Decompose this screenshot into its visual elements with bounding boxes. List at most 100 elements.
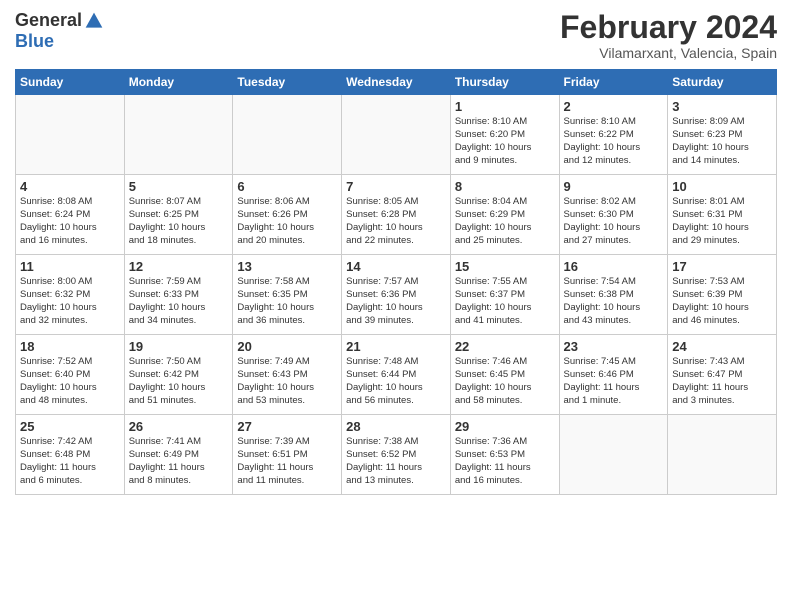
day-info: Sunrise: 7:36 AM Sunset: 6:53 PM Dayligh… [455,436,555,487]
day-number: 7 [346,179,446,194]
logo-icon [84,11,104,31]
day-cell: 16 Sunrise: 7:54 AM Sunset: 6:38 PM Dayli… [559,255,668,335]
day-cell: 7Sunrise: 8:05 AM Sunset: 6:28 PM Daylig… [342,175,451,255]
page: General Blue February 2024 Vilamarxant, … [0,0,792,505]
day-info: Sunrise: 7:53 AM Sunset: 6:39 PM Dayligh… [672,276,772,327]
day-number: 26 [129,419,229,434]
day-info: Sunrise: 8:02 AM Sunset: 6:30 PM Dayligh… [564,196,664,247]
day-cell: 17 Sunrise: 7:53 AM Sunset: 6:39 PM Dayli… [668,255,777,335]
week-row-2: 11Sunrise: 8:00 AM Sunset: 6:32 PM Dayli… [16,255,777,335]
day-number: 23 [564,339,664,354]
day-info: Sunrise: 7:48 AM Sunset: 6:44 PM Dayligh… [346,356,446,407]
day-info: Sunrise: 7:59 AM Sunset: 6:33 PM Dayligh… [129,276,229,327]
day-cell: 8 Sunrise: 8:04 AM Sunset: 6:29 PM Daylig… [450,175,559,255]
day-info: Sunrise: 8:09 AM Sunset: 6:23 PM Dayligh… [672,116,772,167]
day-info: Sunrise: 8:10 AM Sunset: 6:22 PM Dayligh… [564,116,664,167]
day-number: 25 [20,419,120,434]
day-number: 19 [129,339,229,354]
day-number: 6 [237,179,337,194]
day-info: Sunrise: 7:50 AM Sunset: 6:42 PM Dayligh… [129,356,229,407]
day-number: 17 [672,259,772,274]
day-cell: 18Sunrise: 7:52 AM Sunset: 6:40 PM Dayli… [16,335,125,415]
day-info: Sunrise: 7:54 AM Sunset: 6:38 PM Dayligh… [564,276,664,327]
day-cell: 13 Sunrise: 7:58 AM Sunset: 6:35 PM Dayli… [233,255,342,335]
day-cell: 23 Sunrise: 7:45 AM Sunset: 6:46 PM Dayli… [559,335,668,415]
day-number: 21 [346,339,446,354]
day-info: Sunrise: 7:55 AM Sunset: 6:37 PM Dayligh… [455,276,555,327]
title-area: February 2024 Vilamarxant, Valencia, Spa… [560,10,777,61]
day-info: Sunrise: 7:38 AM Sunset: 6:52 PM Dayligh… [346,436,446,487]
day-cell: 26 Sunrise: 7:41 AM Sunset: 6:49 PM Dayli… [124,415,233,495]
day-number: 8 [455,179,555,194]
day-info: Sunrise: 8:00 AM Sunset: 6:32 PM Dayligh… [20,276,120,327]
day-info: Sunrise: 7:45 AM Sunset: 6:46 PM Dayligh… [564,356,664,407]
day-number: 1 [455,99,555,114]
header-cell-friday: Friday [559,70,668,95]
day-number: 14 [346,259,446,274]
day-cell: 3 Sunrise: 8:09 AM Sunset: 6:23 PM Daylig… [668,95,777,175]
day-info: Sunrise: 8:01 AM Sunset: 6:31 PM Dayligh… [672,196,772,247]
day-info: Sunrise: 8:07 AM Sunset: 6:25 PM Dayligh… [129,196,229,247]
day-number: 27 [237,419,337,434]
header-cell-wednesday: Wednesday [342,70,451,95]
header-cell-sunday: Sunday [16,70,125,95]
day-number: 16 [564,259,664,274]
day-cell: 14Sunrise: 7:57 AM Sunset: 6:36 PM Dayli… [342,255,451,335]
week-row-3: 18Sunrise: 7:52 AM Sunset: 6:40 PM Dayli… [16,335,777,415]
day-cell: 27 Sunrise: 7:39 AM Sunset: 6:51 PM Dayli… [233,415,342,495]
day-number: 24 [672,339,772,354]
day-cell: 9Sunrise: 8:02 AM Sunset: 6:30 PM Daylig… [559,175,668,255]
day-cell: 24 Sunrise: 7:43 AM Sunset: 6:47 PM Dayli… [668,335,777,415]
day-cell [668,415,777,495]
day-info: Sunrise: 8:04 AM Sunset: 6:29 PM Dayligh… [455,196,555,247]
day-number: 22 [455,339,555,354]
day-info: Sunrise: 7:39 AM Sunset: 6:51 PM Dayligh… [237,436,337,487]
day-info: Sunrise: 8:10 AM Sunset: 6:20 PM Dayligh… [455,116,555,167]
day-cell [124,95,233,175]
day-info: Sunrise: 7:52 AM Sunset: 6:40 PM Dayligh… [20,356,120,407]
logo-general-text: General [15,10,82,31]
day-cell: 4 Sunrise: 8:08 AM Sunset: 6:24 PM Daylig… [16,175,125,255]
day-cell: 11Sunrise: 8:00 AM Sunset: 6:32 PM Dayli… [16,255,125,335]
day-number: 5 [129,179,229,194]
day-cell: 5 Sunrise: 8:07 AM Sunset: 6:25 PM Daylig… [124,175,233,255]
day-cell: 6 Sunrise: 8:06 AM Sunset: 6:26 PM Daylig… [233,175,342,255]
day-cell: 12Sunrise: 7:59 AM Sunset: 6:33 PM Dayli… [124,255,233,335]
calendar-table: SundayMondayTuesdayWednesdayThursdayFrid… [15,69,777,495]
header-cell-saturday: Saturday [668,70,777,95]
day-number: 13 [237,259,337,274]
day-number: 20 [237,339,337,354]
day-number: 28 [346,419,446,434]
day-cell: 20 Sunrise: 7:49 AM Sunset: 6:43 PM Dayli… [233,335,342,415]
day-info: Sunrise: 7:58 AM Sunset: 6:35 PM Dayligh… [237,276,337,327]
day-number: 2 [564,99,664,114]
day-cell: 10 Sunrise: 8:01 AM Sunset: 6:31 PM Dayli… [668,175,777,255]
day-info: Sunrise: 8:06 AM Sunset: 6:26 PM Dayligh… [237,196,337,247]
day-number: 10 [672,179,772,194]
day-cell: 2 Sunrise: 8:10 AM Sunset: 6:22 PM Daylig… [559,95,668,175]
header-row: SundayMondayTuesdayWednesdayThursdayFrid… [16,70,777,95]
day-cell: 15 Sunrise: 7:55 AM Sunset: 6:37 PM Dayli… [450,255,559,335]
day-info: Sunrise: 7:46 AM Sunset: 6:45 PM Dayligh… [455,356,555,407]
day-info: Sunrise: 8:08 AM Sunset: 6:24 PM Dayligh… [20,196,120,247]
day-cell [233,95,342,175]
day-info: Sunrise: 7:41 AM Sunset: 6:49 PM Dayligh… [129,436,229,487]
day-cell: 25 Sunrise: 7:42 AM Sunset: 6:48 PM Dayli… [16,415,125,495]
day-cell [342,95,451,175]
header-cell-monday: Monday [124,70,233,95]
day-number: 15 [455,259,555,274]
day-cell: 19 Sunrise: 7:50 AM Sunset: 6:42 PM Dayli… [124,335,233,415]
day-number: 3 [672,99,772,114]
day-cell [16,95,125,175]
location: Vilamarxant, Valencia, Spain [560,45,777,61]
week-row-1: 4 Sunrise: 8:08 AM Sunset: 6:24 PM Daylig… [16,175,777,255]
day-cell: 22 Sunrise: 7:46 AM Sunset: 6:45 PM Dayli… [450,335,559,415]
day-number: 4 [20,179,120,194]
day-info: Sunrise: 7:49 AM Sunset: 6:43 PM Dayligh… [237,356,337,407]
day-cell: 28 Sunrise: 7:38 AM Sunset: 6:52 PM Dayli… [342,415,451,495]
day-info: Sunrise: 7:42 AM Sunset: 6:48 PM Dayligh… [20,436,120,487]
week-row-0: 1 Sunrise: 8:10 AM Sunset: 6:20 PM Daylig… [16,95,777,175]
logo-blue-text: Blue [15,31,54,52]
header: General Blue February 2024 Vilamarxant, … [15,10,777,61]
day-info: Sunrise: 7:43 AM Sunset: 6:47 PM Dayligh… [672,356,772,407]
